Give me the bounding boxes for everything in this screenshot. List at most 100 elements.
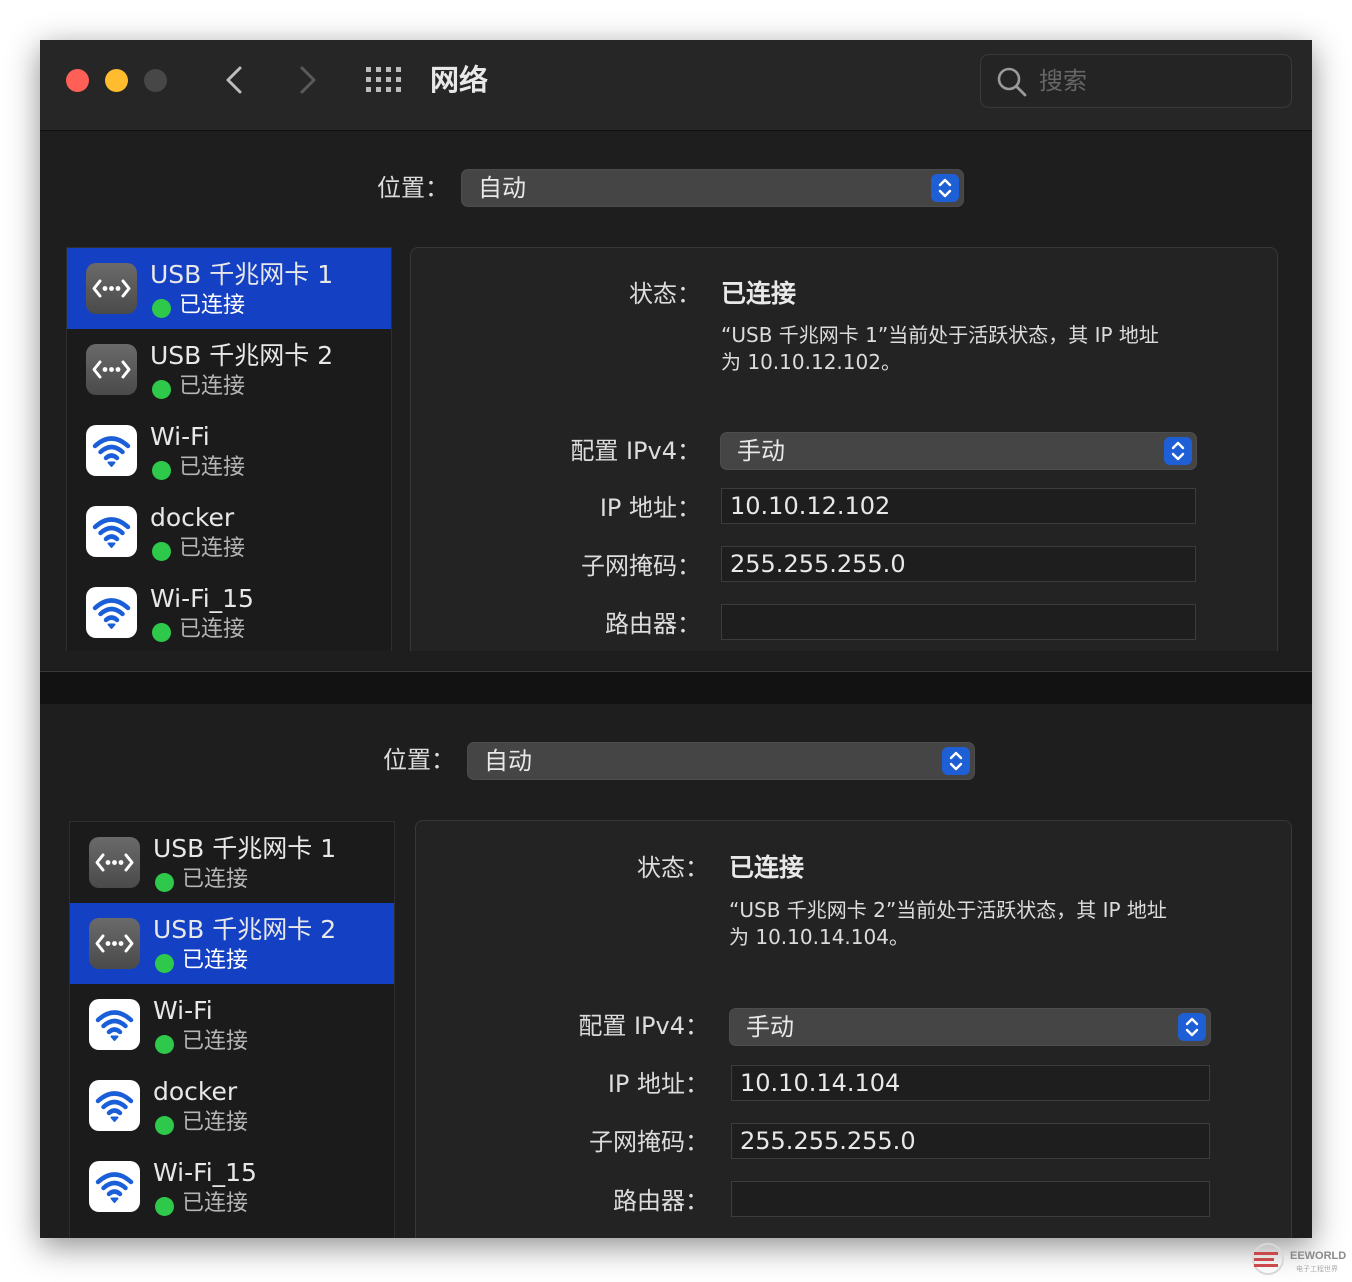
- back-button[interactable]: [218, 62, 252, 98]
- subnet-mask-label: 子网掩码：: [581, 552, 701, 580]
- status-description: “USB 千兆网卡 1”当前处于活跃状态，其 IP 地址 为 10.10.12.…: [721, 323, 1159, 374]
- status-dot-icon: [155, 954, 174, 973]
- service-item[interactable]: USB 千兆网卡 1 已连接: [67, 248, 391, 329]
- subnet-mask-field[interactable]: 255.255.255.0: [721, 546, 1196, 582]
- close-button[interactable]: [66, 69, 89, 92]
- service-status: 已连接: [179, 293, 246, 318]
- service-name: Wi-Fi: [150, 422, 210, 451]
- wifi-icon: [89, 1161, 140, 1212]
- ethernet-icon: [89, 918, 140, 969]
- location-value: 自动: [484, 747, 532, 775]
- title-bar: 网络 搜索: [40, 40, 1312, 131]
- router-label: 路由器：: [605, 610, 701, 638]
- location-popup[interactable]: 自动: [467, 742, 975, 780]
- ip-address-label: IP 地址：: [599, 494, 701, 522]
- ethernet-icon: [86, 344, 137, 395]
- chevron-left-icon: [226, 66, 242, 94]
- wifi-icon: [89, 999, 140, 1050]
- service-name: docker: [150, 503, 235, 532]
- service-status: 已连接: [179, 455, 246, 480]
- ipv4-value: 手动: [746, 1013, 794, 1041]
- service-status: 已连接: [182, 1110, 249, 1135]
- status-dot-icon: [155, 873, 174, 892]
- wifi-icon: [86, 506, 137, 557]
- minimize-button[interactable]: [105, 69, 128, 92]
- service-name: USB 千兆网卡 2: [150, 341, 334, 370]
- status-dot-icon: [155, 1197, 174, 1216]
- service-status: 已连接: [182, 867, 249, 892]
- screenshot-divider: [40, 671, 1312, 705]
- status-dot-icon: [152, 623, 171, 642]
- location-value: 自动: [478, 174, 526, 202]
- ip-address-field[interactable]: 10.10.14.104: [731, 1065, 1210, 1101]
- service-item[interactable]: USB 千兆网卡 2 已连接: [67, 329, 391, 410]
- service-status: 已连接: [182, 1029, 249, 1054]
- stepper-icon: [1178, 1013, 1206, 1041]
- ipv4-popup[interactable]: 手动: [729, 1008, 1211, 1046]
- service-list: USB 千兆网卡 1 已连接 USB 千兆网卡 2 已连接 Wi-Fi 已连接 docker…: [66, 247, 392, 651]
- wifi-icon: [86, 587, 137, 638]
- eeworld-logo-icon: [1252, 1243, 1284, 1275]
- service-item[interactable]: Wi-Fi_15 已连接: [70, 1146, 394, 1227]
- search-icon: [997, 67, 1027, 97]
- service-status: 已连接: [182, 1191, 249, 1216]
- service-status: 已连接: [179, 536, 246, 561]
- service-status: 已连接: [179, 617, 246, 642]
- location-label: 位置：: [383, 746, 455, 774]
- stepper-icon: [931, 174, 959, 202]
- location-popup[interactable]: 自动: [461, 169, 964, 207]
- service-item[interactable]: docker 已连接: [67, 491, 391, 572]
- service-item[interactable]: Wi-Fi_15 已连接: [67, 572, 391, 651]
- service-item[interactable]: Wi-Fi 已连接: [70, 984, 394, 1065]
- router-field[interactable]: [721, 604, 1196, 640]
- service-list: USB 千兆网卡 1 已连接 USB 千兆网卡 2 已连接 Wi-Fi 已连接 docker…: [69, 821, 395, 1238]
- router-label: 路由器：: [613, 1187, 709, 1215]
- status-label: 状态：: [637, 854, 709, 882]
- router-field[interactable]: [731, 1181, 1210, 1217]
- forward-button[interactable]: [290, 62, 324, 98]
- show-all-button[interactable]: [366, 67, 402, 93]
- service-name: docker: [153, 1077, 238, 1106]
- service-status: 已连接: [182, 948, 249, 973]
- stepper-icon: [1164, 437, 1192, 465]
- ip-address-field[interactable]: 10.10.12.102: [721, 488, 1196, 524]
- service-status: 已连接: [179, 374, 246, 399]
- wifi-icon: [89, 1080, 140, 1131]
- service-item[interactable]: Wi-Fi 已连接: [67, 410, 391, 491]
- watermark: EEWORLD 电子工程世界: [1246, 1240, 1352, 1278]
- service-name: Wi-Fi_15: [150, 584, 254, 613]
- status-dot-icon: [152, 299, 171, 318]
- network-pane-2: 位置： 自动 USB 千兆网卡 1 已连接 USB 千兆网卡 2 已连接 Wi-Fi 已连…: [40, 704, 1312, 1238]
- status-dot-icon: [152, 461, 171, 480]
- status-value: 已连接: [729, 853, 805, 882]
- network-pane-1: 位置： 自动 USB 千兆网卡 1 已连接 USB 千兆网卡 2 已连接 Wi-Fi 已连…: [40, 131, 1312, 651]
- status-description: “USB 千兆网卡 2”当前处于活跃状态，其 IP 地址 为 10.10.14.…: [729, 898, 1167, 949]
- ip-address-label: IP 地址：: [607, 1070, 709, 1098]
- search-field[interactable]: 搜索: [980, 54, 1292, 108]
- status-value: 已连接: [721, 279, 797, 308]
- service-name: USB 千兆网卡 1: [153, 834, 337, 863]
- service-name: USB 千兆网卡 2: [153, 915, 337, 944]
- service-item[interactable]: USB 千兆网卡 2 已连接: [70, 903, 394, 984]
- status-dot-icon: [152, 380, 171, 399]
- ethernet-icon: [86, 263, 137, 314]
- service-name: Wi-Fi_15: [153, 1158, 257, 1187]
- ipv4-value: 手动: [737, 437, 785, 465]
- service-item[interactable]: USB 千兆网卡 1 已连接: [70, 822, 394, 903]
- stepper-icon: [942, 747, 970, 775]
- network-preferences-window: 网络 搜索 位置： 自动 USB 千兆网卡 1 已连接 USB 千兆网卡 2 已连接 W…: [40, 40, 1312, 1238]
- service-item[interactable]: docker 已连接: [70, 1065, 394, 1146]
- service-detail: 状态： 已连接 “USB 千兆网卡 2”当前处于活跃状态，其 IP 地址 为 1…: [415, 820, 1292, 1238]
- subnet-mask-field[interactable]: 255.255.255.0: [731, 1123, 1210, 1159]
- status-label: 状态：: [629, 280, 701, 308]
- window-title: 网络: [430, 63, 489, 97]
- service-detail: 状态： 已连接 “USB 千兆网卡 1”当前处于活跃状态，其 IP 地址 为 1…: [410, 247, 1278, 651]
- status-dot-icon: [155, 1035, 174, 1054]
- wifi-icon: [86, 425, 137, 476]
- ipv4-label: 配置 IPv4：: [578, 1012, 709, 1040]
- status-dot-icon: [152, 542, 171, 561]
- grid-icon: [366, 67, 401, 92]
- status-dot-icon: [155, 1116, 174, 1135]
- zoom-button[interactable]: [144, 69, 167, 92]
- ipv4-popup[interactable]: 手动: [720, 432, 1197, 470]
